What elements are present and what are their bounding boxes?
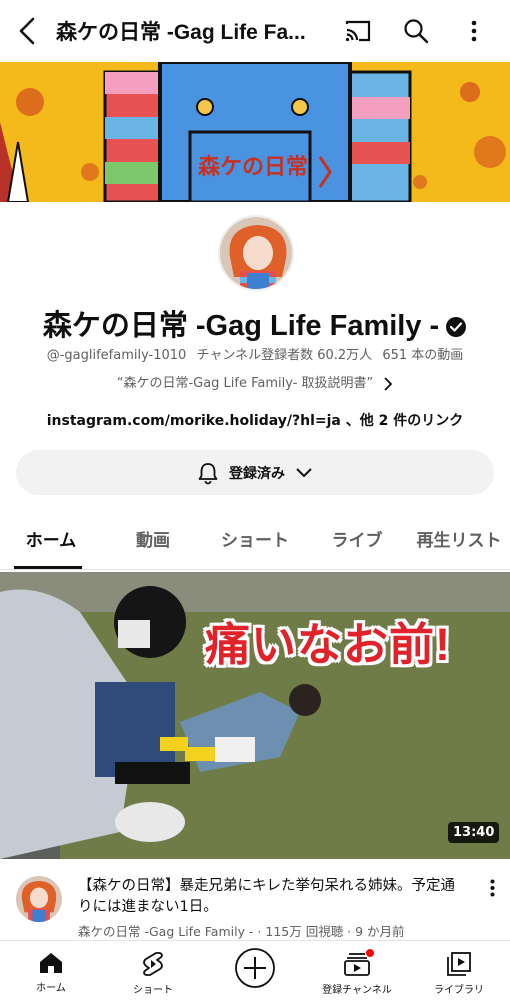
more-options-button[interactable] — [456, 13, 492, 49]
notification-dot — [366, 949, 374, 957]
channel-avatar[interactable] — [218, 215, 294, 291]
video-meta: 森ケの日常 -Gag Life Family - · 115万 回視聴 · 9 … — [78, 924, 405, 939]
nav-shorts[interactable]: ショート — [102, 941, 204, 1000]
video-duration: 13:40 — [448, 822, 500, 843]
more-vert-icon — [490, 879, 494, 897]
nav-subscriptions[interactable]: 登録チャンネル — [306, 941, 408, 1000]
tab-videos[interactable]: 動画 — [102, 518, 204, 569]
top-app-bar: 森ケの日常 -Gag Life Fa... — [0, 0, 510, 62]
channel-handle: @-gaglifefamily-1010 — [46, 348, 187, 363]
nav-home-label: ホーム — [36, 983, 66, 994]
cast-button[interactable] — [340, 13, 376, 49]
back-icon — [19, 17, 35, 45]
back-button[interactable] — [0, 0, 56, 62]
tab-playlists[interactable]: 再生リスト — [408, 518, 510, 569]
library-icon — [447, 952, 471, 976]
bottom-navigation: ホーム ショート 登録チャンネル ライブラリ — [0, 940, 510, 1000]
channel-description[interactable]: “森ケの日常-Gag Life Family- 取扱説明書” — [0, 372, 510, 392]
cast-icon — [345, 20, 371, 42]
channel-description-text: “森ケの日常-Gag Life Family- 取扱説明書” — [116, 376, 374, 391]
banner-logo-text: 森ケの日常 — [198, 154, 308, 180]
search-icon — [404, 19, 429, 44]
nav-shorts-label: ショート — [133, 985, 173, 996]
home-icon — [40, 953, 62, 973]
subscriber-count: チャンネル登録者数 60.2万人 — [196, 348, 373, 363]
channel-banner: 森ケの日常 — [0, 62, 510, 202]
channel-tabs: ホーム 動画 ショート ライブ 再生リスト — [0, 518, 510, 570]
video-more-button[interactable] — [482, 876, 502, 900]
video-channel-avatar[interactable] — [16, 876, 62, 922]
channel-name-text: 森ケの日常 -Gag Life Family - — [42, 310, 440, 342]
chevron-right-icon — [384, 376, 393, 391]
video-title[interactable]: 【森ケの日常】暴走兄弟にキレた挙句呆れる姉妹。予定通りには進まない1日。 — [78, 876, 458, 918]
create-icon — [235, 948, 275, 988]
subscribed-label: 登録済み — [229, 465, 285, 482]
channel-meta: @-gaglifefamily-1010 チャンネル登録者数 60.2万人 65… — [0, 344, 510, 363]
more-vert-icon — [471, 20, 477, 42]
nav-home[interactable]: ホーム — [0, 941, 102, 1000]
tab-live[interactable]: ライブ — [306, 518, 408, 569]
nav-library[interactable]: ライブラリ — [408, 941, 510, 1000]
verified-badge-icon — [446, 317, 467, 338]
tab-shorts[interactable]: ショート — [204, 518, 306, 569]
nav-create[interactable] — [204, 941, 306, 1000]
channel-name: 森ケの日常 -Gag Life Family - — [0, 302, 510, 344]
tab-home[interactable]: ホーム — [0, 518, 102, 569]
nav-library-label: ライブラリ — [434, 985, 484, 996]
page-title: 森ケの日常 -Gag Life Fa... — [56, 21, 306, 44]
search-button[interactable] — [398, 13, 434, 49]
channel-links[interactable]: instagram.com/morike.holiday/?hl=ja 、他 2… — [0, 410, 510, 430]
video-count: 651 本の動画 — [382, 348, 464, 363]
subscribed-button[interactable]: 登録済み — [16, 450, 494, 495]
bell-icon — [198, 462, 218, 484]
thumbnail-overlay-text: 痛いなお前! — [205, 619, 451, 670]
nav-subscriptions-label: 登録チャンネル — [322, 985, 392, 996]
shorts-icon — [143, 952, 163, 976]
chevron-down-icon — [296, 467, 312, 477]
